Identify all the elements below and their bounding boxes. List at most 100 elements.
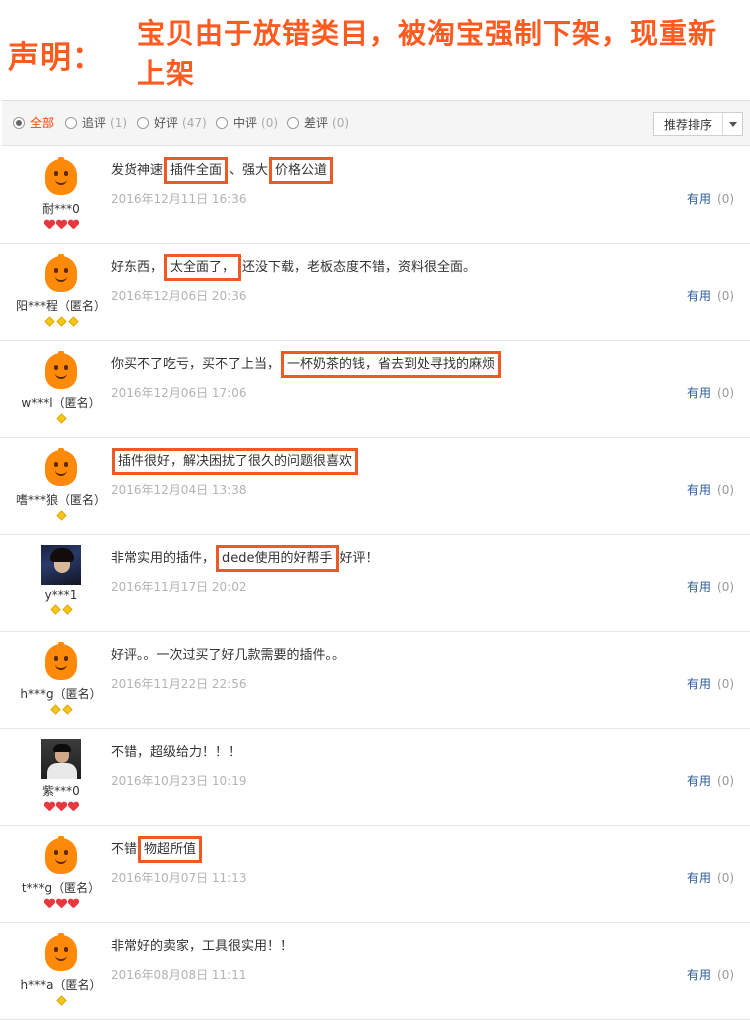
useful-button[interactable]: 有用 (0) [687,966,734,983]
review-text-segment: 好评。。一次过买了好几款需要的插件。。 [111,648,346,663]
highlighted-phrase: 物超所值 [138,836,203,863]
heart-icon [56,899,67,909]
useful-label: 有用 [687,580,712,594]
reviewer: 耐***0 [0,157,122,231]
reviewer: h***g（匿名） [0,642,122,716]
review-text: 不错，超级给力！！！ [111,741,241,760]
credit-badges [0,510,122,522]
useful-label: 有用 [687,871,712,885]
default-avatar-icon[interactable] [41,254,81,294]
useful-button[interactable]: 有用 (0) [687,675,734,692]
filter-count: (47) [182,115,207,130]
review-date: 2016年08月08日 11:11 [111,968,247,982]
reviewer: w***l（匿名） [0,351,122,425]
highlighted-phrase: 价格公道 [269,157,334,184]
default-avatar-icon[interactable] [41,836,81,876]
review-date: 2016年12月04日 13:38 [111,483,247,497]
heart-icon [44,899,55,909]
useful-count: (0) [717,483,735,497]
review-item: y***1 非常实用的插件， dede使用的好帮手 好评！ 2016年11月17日 20… [0,535,750,632]
useful-button[interactable]: 有用 (0) [687,384,734,401]
filter-positive[interactable]: 好评 (47) [137,114,207,131]
avatar[interactable] [41,545,81,585]
review-item: w***l（匿名） 你买不了吃亏，买不了上当， 一杯奶茶的钱，省去到处寻找的麻烦 20… [0,341,750,438]
sort-dropdown[interactable]: 推荐排序 [653,112,743,136]
default-avatar-icon[interactable] [41,157,81,197]
filter-label: 追评 [82,116,107,130]
filter-label: 全部 [30,116,55,130]
diamond-icon [61,604,73,615]
useful-button[interactable]: 有用 (0) [687,287,734,304]
reviewer: 嗜***狼（匿名） [0,448,122,522]
review-text-segment: 非常好的卖家，工具很实用！！ [111,939,294,954]
highlighted-phrase: 一杯奶茶的钱，省去到处寻找的麻烦 [281,351,502,378]
notice-banner: 声明： 宝贝由于放错类目，被淘宝强制下架，现重新上架 [0,0,750,98]
reviewer: 阳***程（匿名） [0,254,122,328]
review-date: 2016年12月11日 16:36 [111,192,247,206]
filter-followup[interactable]: 追评 (1) [65,114,127,131]
avatar[interactable] [41,739,81,779]
notice-text: 宝贝由于放错类目，被淘宝强制下架，现重新上架 [137,17,718,90]
filter-negative[interactable]: 差评 (0) [287,114,349,131]
review-text: 不错 物超所值 [111,836,203,863]
radio-icon[interactable] [216,116,228,129]
review-text-segment: 发货神速 [111,163,164,178]
review-text: 你买不了吃亏，买不了上当， 一杯奶茶的钱，省去到处寻找的麻烦 [111,351,502,378]
radio-icon[interactable] [287,116,299,129]
useful-count: (0) [717,774,735,788]
review-text-segment: 、强大 [229,163,269,178]
diamond-icon [55,413,67,424]
review-text-segment: 不错 [111,842,138,857]
filter-all[interactable]: 全部 [13,114,54,131]
filter-label: 中评 [233,116,258,130]
reviewer-name: t***g（匿名） [21,881,101,895]
filter-neutral[interactable]: 中评 (0) [216,114,278,131]
filter-count: (1) [110,115,128,130]
default-avatar-icon[interactable] [41,933,81,973]
review-text: 非常实用的插件， dede使用的好帮手 好评！ [111,545,379,572]
useful-button[interactable]: 有用 (0) [687,578,734,595]
useful-button[interactable]: 有用 (0) [687,481,734,498]
diamond-icon [55,995,67,1006]
reviewer-name: h***a（匿名） [20,978,102,992]
review-item: 紫***0 不错，超级给力！！！ 2016年10月23日 10:19 有用 (0) [0,729,750,826]
default-avatar-icon[interactable] [41,642,81,682]
useful-button[interactable]: 有用 (0) [687,772,734,789]
radio-icon[interactable] [65,116,77,129]
review-filter-bar: 全部 追评 (1) 好评 (47) 中评 (0) 差评 (0) 推荐排序 [2,100,750,146]
radio-icon[interactable] [137,116,149,129]
radio-icon[interactable] [13,116,25,129]
sort-label: 推荐排序 [664,117,713,132]
review-item: 耐***0 发货神速 插件全面 、强大 价格公道 2016年12月11日 16:36 有用 (… [0,147,750,244]
review-text-segment: 你买不了吃亏，买不了上当， [111,357,281,372]
reviewer-name: h***g（匿名） [20,687,102,701]
useful-label: 有用 [687,677,712,691]
useful-button[interactable]: 有用 (0) [687,869,734,886]
useful-label: 有用 [687,386,712,400]
review-text-segment: 好东西， [111,260,164,275]
credit-badges [0,220,122,231]
review-date: 2016年11月17日 20:02 [111,580,247,594]
review-text: 好东西， 太全面了， 还没下载，老板态度不错，资料很全面。 [111,254,476,281]
reviewer-name: w***l（匿名） [21,396,101,410]
highlighted-phrase: 插件全面 [164,157,229,184]
reviewer: t***g（匿名） [0,836,122,910]
credit-badges [0,704,122,716]
useful-label: 有用 [687,289,712,303]
useful-count: (0) [717,677,735,691]
chevron-down-icon[interactable] [723,121,742,127]
default-avatar-icon[interactable] [41,351,81,391]
filter-label: 好评 [154,116,179,130]
review-date: 2016年10月23日 10:19 [111,774,247,788]
useful-count: (0) [717,871,735,885]
useful-button[interactable]: 有用 (0) [687,190,734,207]
credit-badges [0,604,122,616]
default-avatar-icon[interactable] [41,448,81,488]
reviewer-name: y***1 [44,588,78,602]
credit-badges [0,802,122,813]
heart-icon [68,802,79,812]
review-text: 插件很好，解决困扰了很久的问题很喜欢 [111,448,359,475]
highlighted-phrase: 太全面了， [164,254,242,281]
diamond-icon [55,510,67,521]
useful-count: (0) [717,192,735,206]
